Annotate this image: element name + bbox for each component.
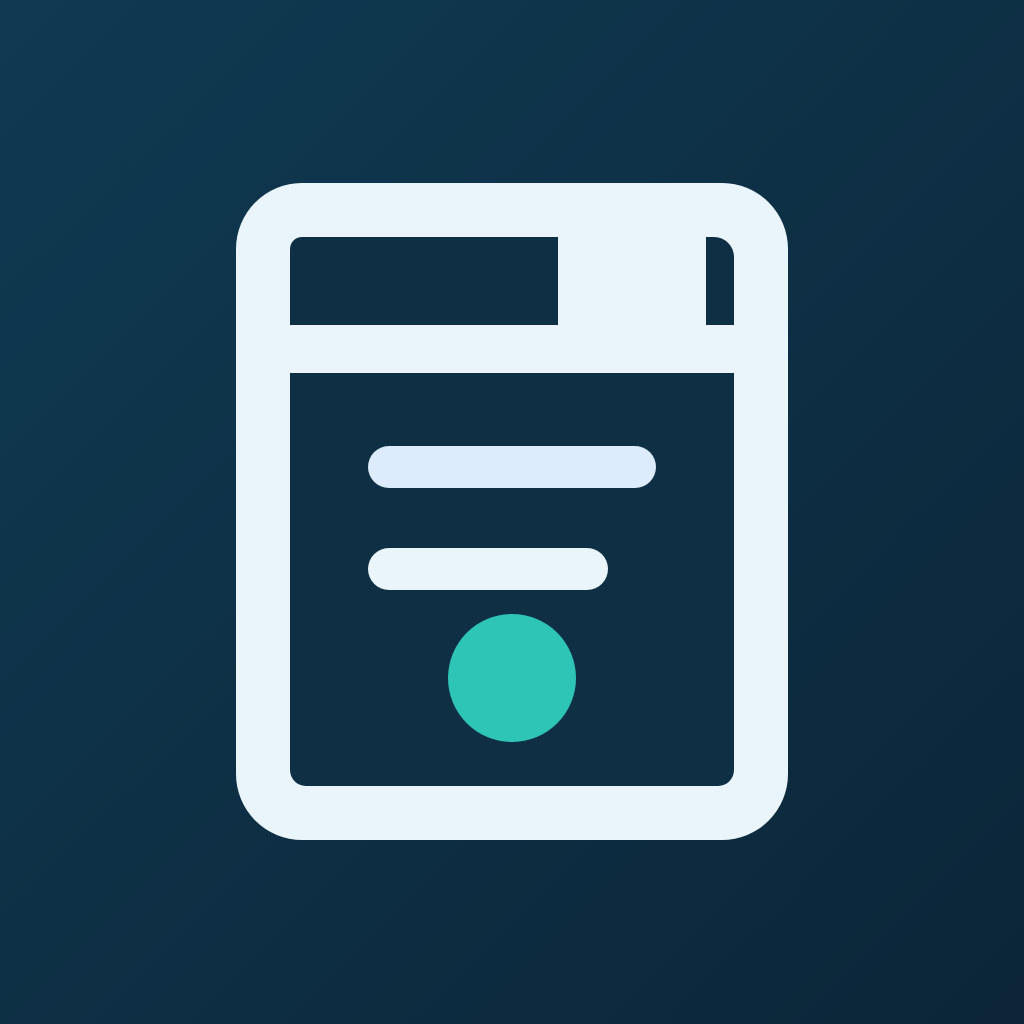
top-right-slot [706, 237, 734, 325]
top-left-slot [290, 237, 558, 325]
status-dot [448, 614, 576, 742]
app-icon-background [0, 0, 1024, 1024]
save-document-icon [236, 183, 788, 840]
